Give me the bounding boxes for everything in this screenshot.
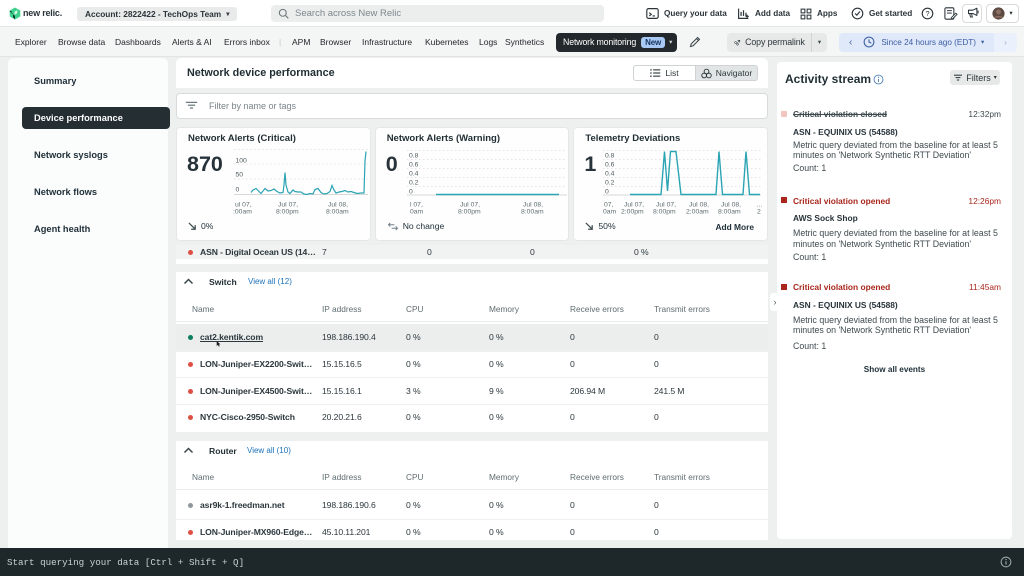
svg-text:8:00pm: 8:00pm (276, 209, 299, 216)
svg-text:0: 0 (236, 187, 240, 194)
svg-text:0.2: 0.2 (605, 180, 615, 187)
svg-text:2: 2 (757, 209, 761, 216)
svg-text:0: 0 (605, 189, 609, 196)
svg-text:Jul 08,: Jul 08, (689, 202, 709, 209)
svg-text:Jul 08,: Jul 08, (523, 202, 543, 209)
svg-text:Jul 07,: Jul 07, (278, 202, 298, 209)
svg-text:Jul 08,: Jul 08, (721, 202, 741, 209)
svg-text:07,: 07, (604, 202, 614, 209)
svg-text:Jul 07,: Jul 07, (624, 202, 644, 209)
svg-text:2:00pm: 2:00pm (621, 209, 644, 216)
svg-text:0.2: 0.2 (409, 180, 419, 187)
svg-text:0: 0 (409, 189, 413, 196)
svg-text:0.6: 0.6 (605, 162, 615, 169)
svg-text:?: ? (925, 9, 929, 18)
svg-text:0.4: 0.4 (409, 171, 419, 178)
svg-text::00am: :00am (233, 209, 252, 216)
svg-text:0.6: 0.6 (409, 162, 419, 169)
svg-text:Jul 07,: Jul 07, (656, 202, 676, 209)
svg-text:0am: 0am (603, 209, 617, 216)
svg-text:0.4: 0.4 (605, 171, 615, 178)
svg-text:50: 50 (236, 172, 244, 179)
svg-text:l 07,: l 07, (410, 202, 423, 209)
svg-text:100: 100 (236, 158, 248, 165)
svg-text:0.8: 0.8 (409, 153, 419, 160)
svg-text:…: … (756, 202, 763, 209)
svg-text:8:00am: 8:00am (718, 209, 741, 216)
svg-text:0.8: 0.8 (605, 153, 615, 160)
svg-text:ul 07,: ul 07, (235, 202, 252, 209)
svg-text:Jul 07,: Jul 07, (460, 202, 480, 209)
svg-text:8:00pm: 8:00pm (653, 209, 676, 216)
svg-text:Jul 08,: Jul 08, (328, 202, 348, 209)
svg-text:8:00am: 8:00am (326, 209, 349, 216)
svg-text:2:00am: 2:00am (686, 209, 709, 216)
svg-text:8:00pm: 8:00pm (458, 209, 481, 216)
svg-text:0am: 0am (410, 209, 424, 216)
svg-text:8:00am: 8:00am (521, 209, 544, 216)
